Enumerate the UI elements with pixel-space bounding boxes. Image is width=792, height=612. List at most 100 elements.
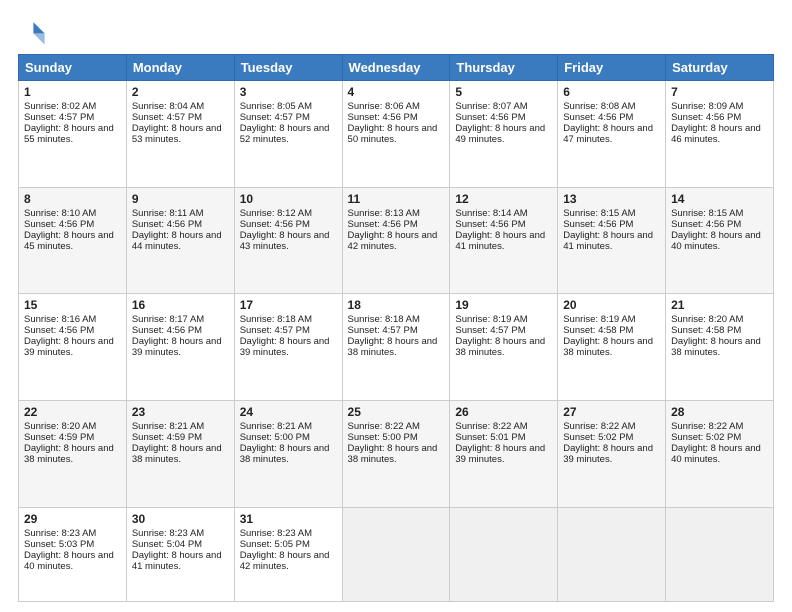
logo	[18, 18, 50, 46]
day-number: 13	[563, 192, 660, 206]
table-row: 31 Sunrise: 8:23 AMSunset: 5:05 PMDayligh…	[234, 507, 342, 601]
table-row: 30 Sunrise: 8:23 AMSunset: 5:04 PMDayligh…	[126, 507, 234, 601]
day-number: 2	[132, 85, 229, 99]
col-monday: Monday	[126, 55, 234, 81]
table-row: 17 Sunrise: 8:18 AMSunset: 4:57 PMDayligh…	[234, 294, 342, 401]
table-row: 24Sunrise: 8:21 AMSunset: 5:00 PMDayligh…	[234, 400, 342, 507]
day-number: 31	[240, 512, 337, 526]
table-row: 9 Sunrise: 8:11 AMSunset: 4:56 PMDaylight…	[126, 187, 234, 294]
table-row: 4 Sunrise: 8:06 AMSunset: 4:56 PMDaylight…	[342, 81, 450, 188]
day-number: 20	[563, 298, 660, 312]
day-number: 23	[132, 405, 229, 419]
sunrise-label: Sunrise: 8:21 AMSunset: 4:59 PMDaylight:…	[132, 421, 222, 465]
day-number: 1	[24, 85, 121, 99]
day-number: 22	[24, 405, 121, 419]
header	[18, 18, 774, 46]
calendar-table: Sunday Monday Tuesday Wednesday Thursday…	[18, 54, 774, 602]
day-number: 4	[348, 85, 445, 99]
sunrise-label: Sunrise: 8:12 AMSunset: 4:56 PMDaylight:…	[240, 208, 330, 252]
logo-icon	[18, 18, 46, 46]
table-row: 11 Sunrise: 8:13 AMSunset: 4:56 PMDayligh…	[342, 187, 450, 294]
day-number: 25	[348, 405, 445, 419]
table-row: 28Sunrise: 8:22 AMSunset: 5:02 PMDayligh…	[666, 400, 774, 507]
sunrise-label: Sunrise: 8:09 AMSunset: 4:56 PMDaylight:…	[671, 101, 761, 145]
day-number: 12	[455, 192, 552, 206]
day-number: 19	[455, 298, 552, 312]
table-row: 8 Sunrise: 8:10 AMSunset: 4:56 PMDaylight…	[19, 187, 127, 294]
sunrise-label: Sunrise: 8:13 AMSunset: 4:56 PMDaylight:…	[348, 208, 438, 252]
day-number: 8	[24, 192, 121, 206]
sunrise-label: Sunrise: 8:22 AMSunset: 5:01 PMDaylight:…	[455, 421, 545, 465]
sunrise-label: Sunrise: 8:18 AMSunset: 4:57 PMDaylight:…	[240, 314, 330, 358]
day-number: 17	[240, 298, 337, 312]
table-row: 19 Sunrise: 8:19 AMSunset: 4:57 PMDayligh…	[450, 294, 558, 401]
table-row: 16Sunrise: 8:17 AMSunset: 4:56 PMDayligh…	[126, 294, 234, 401]
day-number: 15	[24, 298, 121, 312]
sunrise-label: Sunrise: 8:15 AMSunset: 4:56 PMDaylight:…	[563, 208, 653, 252]
sunrise-label: Sunrise: 8:06 AMSunset: 4:56 PMDaylight:…	[348, 101, 438, 145]
sunrise-label: Sunrise: 8:23 AMSunset: 5:03 PMDaylight:…	[24, 528, 114, 572]
table-row: 29 Sunrise: 8:23 AMSunset: 5:03 PMDayligh…	[19, 507, 127, 601]
table-row	[558, 507, 666, 601]
table-row: 3 Sunrise: 8:05 AMSunset: 4:57 PMDaylight…	[234, 81, 342, 188]
table-row: 5Sunrise: 8:07 AMSunset: 4:56 PMDaylight…	[450, 81, 558, 188]
col-wednesday: Wednesday	[342, 55, 450, 81]
sunrise-label: Sunrise: 8:14 AMSunset: 4:56 PMDaylight:…	[455, 208, 545, 252]
col-friday: Friday	[558, 55, 666, 81]
day-number: 10	[240, 192, 337, 206]
day-number: 27	[563, 405, 660, 419]
sunrise-label: Sunrise: 8:22 AMSunset: 5:02 PMDaylight:…	[563, 421, 653, 465]
sunrise-label: Sunrise: 8:02 AMSunset: 4:57 PMDaylight:…	[24, 101, 114, 145]
col-tuesday: Tuesday	[234, 55, 342, 81]
sunrise-label: Sunrise: 8:05 AMSunset: 4:57 PMDaylight:…	[240, 101, 330, 145]
table-row: 1 Sunrise: 8:02 AMSunset: 4:57 PMDaylight…	[19, 81, 127, 188]
table-row: 10 Sunrise: 8:12 AMSunset: 4:56 PMDayligh…	[234, 187, 342, 294]
table-row	[342, 507, 450, 601]
table-row	[666, 507, 774, 601]
sunrise-label: Sunrise: 8:22 AMSunset: 5:00 PMDaylight:…	[348, 421, 438, 465]
day-number: 3	[240, 85, 337, 99]
sunrise-label: Sunrise: 8:20 AMSunset: 4:58 PMDaylight:…	[671, 314, 761, 358]
sunrise-label: Sunrise: 8:19 AMSunset: 4:57 PMDaylight:…	[455, 314, 545, 358]
table-row: 7 Sunrise: 8:09 AMSunset: 4:56 PMDaylight…	[666, 81, 774, 188]
col-saturday: Saturday	[666, 55, 774, 81]
day-number: 21	[671, 298, 768, 312]
sunrise-label: Sunrise: 8:16 AMSunset: 4:56 PMDaylight:…	[24, 314, 114, 358]
day-number: 16	[132, 298, 229, 312]
table-row: 20 Sunrise: 8:19 AMSunset: 4:58 PMDayligh…	[558, 294, 666, 401]
sunrise-label: Sunrise: 8:23 AMSunset: 5:04 PMDaylight:…	[132, 528, 222, 572]
page: Sunday Monday Tuesday Wednesday Thursday…	[0, 0, 792, 612]
day-number: 7	[671, 85, 768, 99]
sunrise-label: Sunrise: 8:21 AMSunset: 5:00 PMDaylight:…	[240, 421, 330, 465]
day-number: 6	[563, 85, 660, 99]
sunrise-label: Sunrise: 8:11 AMSunset: 4:56 PMDaylight:…	[132, 208, 222, 252]
day-number: 18	[348, 298, 445, 312]
sunrise-label: Sunrise: 8:15 AMSunset: 4:56 PMDaylight:…	[671, 208, 761, 252]
sunrise-label: Sunrise: 8:10 AMSunset: 4:56 PMDaylight:…	[24, 208, 114, 252]
table-row: 14 Sunrise: 8:15 AMSunset: 4:56 PMDayligh…	[666, 187, 774, 294]
col-sunday: Sunday	[19, 55, 127, 81]
sunrise-label: Sunrise: 8:23 AMSunset: 5:05 PMDaylight:…	[240, 528, 330, 572]
sunrise-label: Sunrise: 8:08 AMSunset: 4:56 PMDaylight:…	[563, 101, 653, 145]
table-row: 6 Sunrise: 8:08 AMSunset: 4:56 PMDaylight…	[558, 81, 666, 188]
day-number: 11	[348, 192, 445, 206]
day-number: 30	[132, 512, 229, 526]
day-number: 5	[455, 85, 552, 99]
sunrise-label: Sunrise: 8:18 AMSunset: 4:57 PMDaylight:…	[348, 314, 438, 358]
day-number: 9	[132, 192, 229, 206]
table-row: 15 Sunrise: 8:16 AMSunset: 4:56 PMDayligh…	[19, 294, 127, 401]
table-row: 25 Sunrise: 8:22 AMSunset: 5:00 PMDayligh…	[342, 400, 450, 507]
table-row	[450, 507, 558, 601]
sunrise-label: Sunrise: 8:20 AMSunset: 4:59 PMDaylight:…	[24, 421, 114, 465]
day-number: 29	[24, 512, 121, 526]
day-number: 14	[671, 192, 768, 206]
table-row: 18 Sunrise: 8:18 AMSunset: 4:57 PMDayligh…	[342, 294, 450, 401]
table-row: 26 Sunrise: 8:22 AMSunset: 5:01 PMDayligh…	[450, 400, 558, 507]
header-row: Sunday Monday Tuesday Wednesday Thursday…	[19, 55, 774, 81]
table-row: 23 Sunrise: 8:21 AMSunset: 4:59 PMDayligh…	[126, 400, 234, 507]
table-row: 21 Sunrise: 8:20 AMSunset: 4:58 PMDayligh…	[666, 294, 774, 401]
sunrise-label: Sunrise: 8:22 AMSunset: 5:02 PMDaylight:…	[671, 421, 761, 465]
sunrise-label: Sunrise: 8:19 AMSunset: 4:58 PMDaylight:…	[563, 314, 653, 358]
sunrise-label: Sunrise: 8:04 AMSunset: 4:57 PMDaylight:…	[132, 101, 222, 145]
day-number: 26	[455, 405, 552, 419]
